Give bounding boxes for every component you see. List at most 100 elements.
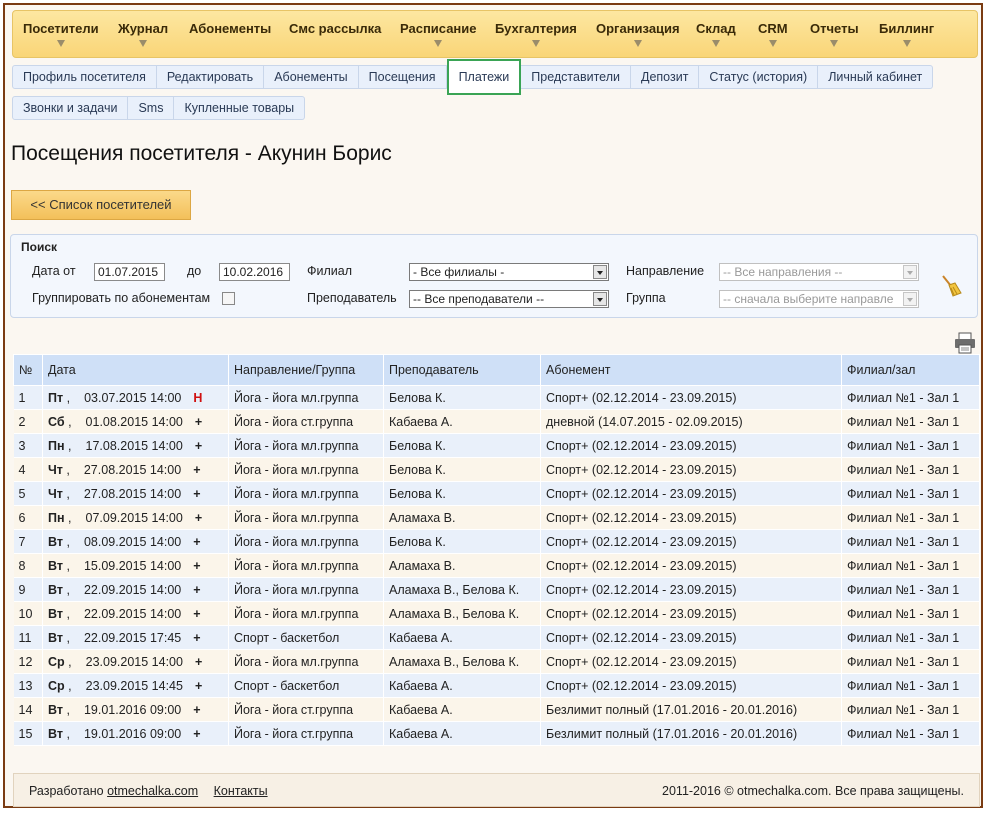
attendance-mark[interactable]: +: [193, 607, 200, 621]
cell-teacher: Аламаха В.: [383, 553, 541, 578]
menu-billing[interactable]: Биллинг: [879, 21, 934, 47]
cell-date: Вт , 22.09.2015 17:45 +: [42, 625, 229, 650]
col-date[interactable]: Дата: [42, 354, 229, 386]
menu-visitors[interactable]: Посетители: [23, 21, 99, 47]
table-row: 12 Ср , 23.09.2015 14:00 + Йога - йога мл.гр…: [13, 649, 980, 674]
teacher-select[interactable]: -- Все преподаватели --: [409, 290, 609, 308]
cell-number: 3: [13, 433, 43, 458]
cell-number: 4: [13, 457, 43, 482]
attendance-mark[interactable]: +: [193, 535, 200, 549]
attendance-mark[interactable]: +: [193, 583, 200, 597]
attendance-mark[interactable]: +: [193, 631, 200, 645]
cell-teacher: Кабаева А.: [383, 721, 541, 746]
tab-edit[interactable]: Редактировать: [156, 65, 265, 89]
visit-datetime: 23.09.2015 14:45: [85, 678, 183, 693]
cell-group: Йога - йога мл.группа: [228, 601, 384, 626]
cell-number: 5: [13, 481, 43, 506]
menu-accounting[interactable]: Бухгалтерия: [495, 21, 577, 47]
tab-profile[interactable]: Профиль посетителя: [12, 65, 157, 89]
print-icon[interactable]: [953, 332, 977, 354]
day-of-week: Ср: [48, 678, 65, 693]
tab-sms[interactable]: Sms: [128, 96, 175, 120]
menu-journal[interactable]: Журнал: [118, 21, 168, 47]
attendance-mark[interactable]: +: [193, 559, 200, 573]
direction-select[interactable]: -- Все направления --: [719, 263, 919, 281]
visit-datetime: 07.09.2015 14:00: [85, 510, 183, 525]
attendance-mark[interactable]: +: [193, 727, 200, 741]
table-row: 13 Ср , 23.09.2015 14:45 + Спорт - баскетбол…: [13, 673, 980, 698]
cell-branch-hall: Филиал №1 - Зал 1: [841, 529, 980, 554]
visit-datetime: 22.09.2015 14:00: [83, 582, 182, 597]
cell-teacher: Белова К.: [383, 457, 541, 482]
col-teacher[interactable]: Преподаватель: [383, 354, 541, 386]
attendance-mark[interactable]: +: [195, 415, 202, 429]
chevron-down-icon: [711, 40, 720, 47]
day-of-week: Чт: [48, 486, 63, 501]
contacts-link[interactable]: Контакты: [214, 784, 268, 798]
day-of-week: Вт: [48, 558, 63, 573]
tab-visits[interactable]: Посещения: [358, 65, 447, 89]
day-of-week: Вт: [48, 582, 63, 597]
group-select[interactable]: -- сначала выберите направле: [719, 290, 919, 308]
tab-deposit[interactable]: Депозит: [630, 65, 700, 89]
group-by-subscription-checkbox[interactable]: [222, 292, 235, 305]
tab-purchased-goods[interactable]: Купленные товары: [174, 96, 306, 120]
cell-subscription: Безлимит полный (17.01.2016 - 20.01.2016…: [540, 697, 842, 722]
col-branch-hall[interactable]: Филиал/зал: [841, 354, 980, 386]
cell-date: Вт , 15.09.2015 14:00 +: [42, 553, 229, 578]
date-from-input[interactable]: 01.07.2015: [94, 263, 165, 281]
attendance-mark[interactable]: +: [193, 703, 200, 717]
col-number[interactable]: №: [13, 354, 43, 386]
tab-personal-account[interactable]: Личный кабинет: [818, 65, 934, 89]
visit-datetime: 03.07.2015 14:00: [84, 390, 182, 405]
chevron-down-icon: [768, 40, 777, 47]
back-to-list-button[interactable]: << Список посетителей: [11, 190, 191, 220]
cell-group: Йога - йога мл.группа: [228, 457, 384, 482]
attendance-mark[interactable]: +: [193, 487, 200, 501]
developer-link[interactable]: otmechalka.com: [107, 784, 198, 798]
tab-calls-tasks[interactable]: Звонки и задачи: [12, 96, 129, 120]
attendance-mark[interactable]: +: [195, 655, 202, 669]
col-subscription[interactable]: Абонемент: [540, 354, 842, 386]
tab-subscriptions[interactable]: Абонементы: [264, 65, 359, 89]
menu-warehouse[interactable]: Склад: [696, 21, 736, 47]
menu-sms[interactable]: Смс рассылка: [289, 21, 381, 36]
visit-datetime: 23.09.2015 14:00: [85, 654, 183, 669]
table-row: 4 Чт , 27.08.2015 14:00 + Йога - йога мл.гру…: [13, 457, 980, 482]
cell-number: 10: [13, 601, 43, 626]
clear-filter-broom-icon[interactable]: [939, 273, 963, 297]
footer: Разработано otmechalka.com Контакты 2011…: [13, 773, 980, 807]
attendance-mark[interactable]: Н: [193, 391, 202, 405]
branch-select[interactable]: - Все филиалы -: [409, 263, 609, 281]
cell-branch-hall: Филиал №1 - Зал 1: [841, 601, 980, 626]
cell-date: Вт , 19.01.2016 09:00 +: [42, 697, 229, 722]
cell-subscription: Спорт+ (02.12.2014 - 23.09.2015): [540, 505, 842, 530]
cell-branch-hall: Филиал №1 - Зал 1: [841, 505, 980, 530]
cell-date: Вт , 19.01.2016 09:00 +: [42, 721, 229, 746]
menu-organization[interactable]: Организация: [596, 21, 680, 47]
attendance-mark[interactable]: +: [195, 679, 202, 693]
search-panel: Поиск Дата от 01.07.2015 до 10.02.2016 Г…: [10, 234, 978, 318]
tab-representatives[interactable]: Представители: [521, 65, 631, 89]
menu-subscriptions[interactable]: Абонементы: [189, 21, 271, 36]
table-row: 10 Вт , 22.09.2015 14:00 + Йога - йога мл.гр…: [13, 601, 980, 626]
col-group[interactable]: Направление/Группа: [228, 354, 384, 386]
tab-status-history[interactable]: Статус (история): [699, 65, 819, 89]
attendance-mark[interactable]: +: [195, 511, 202, 525]
attendance-mark[interactable]: +: [193, 463, 200, 477]
menu-crm[interactable]: CRM: [758, 21, 788, 47]
tab-payments[interactable]: Платежи: [446, 59, 522, 95]
menu-schedule[interactable]: Расписание: [400, 21, 477, 47]
chevron-down-icon: [830, 40, 839, 47]
attendance-mark[interactable]: +: [195, 439, 202, 453]
menu-reports[interactable]: Отчеты: [810, 21, 859, 47]
table-row: 5 Чт , 27.08.2015 14:00 + Йога - йога мл.гру…: [13, 481, 980, 506]
cell-date: Ср , 23.09.2015 14:00 +: [42, 649, 229, 674]
cell-teacher: Белова К.: [383, 529, 541, 554]
footer-developed-text: Разработано: [29, 784, 104, 798]
table-row: 2 Сб , 01.08.2015 14:00 + Йога - йога ст.гру…: [13, 409, 980, 434]
visit-datetime: 27.08.2015 14:00: [83, 486, 182, 501]
chevron-down-icon: [593, 292, 607, 306]
page-title: Посещения посетителя - Акунин Борис: [11, 142, 392, 165]
date-to-input[interactable]: 10.02.2016: [219, 263, 290, 281]
